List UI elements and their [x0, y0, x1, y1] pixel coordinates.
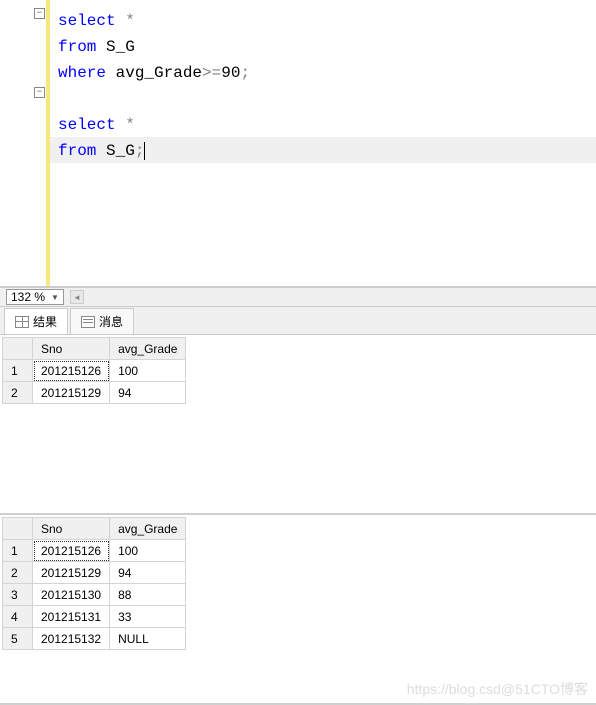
col-header[interactable]: Sno	[33, 518, 110, 540]
chevron-down-icon: ▼	[51, 293, 59, 302]
cell[interactable]: 201215132	[33, 628, 110, 650]
number: 90	[221, 64, 240, 82]
operator: *	[116, 116, 135, 134]
col-header[interactable]: Sno	[33, 338, 110, 360]
tab-label: 消息	[99, 313, 123, 330]
header-row: Sno avg_Grade	[3, 518, 186, 540]
tab-messages[interactable]: 消息	[70, 308, 134, 334]
result-table-2[interactable]: Sno avg_Grade 1 201215126 100 2 20121512…	[2, 517, 186, 650]
fold-toggle-1[interactable]: −	[34, 8, 45, 19]
zoom-bar: 132 % ▼ ◄	[0, 287, 596, 307]
keyword: select	[58, 12, 116, 30]
col-header[interactable]: avg_Grade	[110, 338, 186, 360]
grid-icon	[15, 316, 29, 328]
cell[interactable]: 201215126	[33, 360, 110, 382]
col-header[interactable]: avg_Grade	[110, 518, 186, 540]
code-line	[54, 86, 592, 112]
rownum-header	[3, 518, 33, 540]
header-row: Sno avg_Grade	[3, 338, 186, 360]
identifier: S_G	[96, 38, 134, 56]
zoom-level: 132 %	[11, 290, 45, 304]
row-number: 2	[3, 382, 33, 404]
results-area: Sno avg_Grade 1 201215126 100 2 20121512…	[0, 335, 596, 705]
semicolon: ;	[135, 142, 145, 160]
row-number: 1	[3, 360, 33, 382]
row-number: 2	[3, 562, 33, 584]
keyword: from	[58, 142, 96, 160]
table-row[interactable]: 1 201215126 100	[3, 360, 186, 382]
row-number: 1	[3, 540, 33, 562]
cell[interactable]: 33	[110, 606, 186, 628]
code-line: select *	[54, 8, 592, 34]
cell[interactable]: 201215131	[33, 606, 110, 628]
cell[interactable]: 100	[110, 360, 186, 382]
table-row[interactable]: 5 201215132 NULL	[3, 628, 186, 650]
cell[interactable]: 94	[110, 562, 186, 584]
row-number: 5	[3, 628, 33, 650]
table-row[interactable]: 2 201215129 94	[3, 382, 186, 404]
code-line: where avg_Grade>=90;	[54, 60, 592, 86]
tab-results[interactable]: 结果	[4, 308, 68, 334]
cell[interactable]: 88	[110, 584, 186, 606]
row-number: 3	[3, 584, 33, 606]
fold-toggle-2[interactable]: −	[34, 87, 45, 98]
text-caret	[144, 142, 145, 160]
keyword: where	[58, 64, 106, 82]
fold-gutter: − −	[20, 0, 50, 286]
row-number: 4	[3, 606, 33, 628]
horizontal-scroll-left[interactable]: ◄	[70, 290, 84, 304]
table-row[interactable]: 2 201215129 94	[3, 562, 186, 584]
messages-icon	[81, 316, 95, 328]
code-line: from S_G	[54, 34, 592, 60]
semicolon: ;	[240, 64, 250, 82]
result-grid-2: Sno avg_Grade 1 201215126 100 2 20121512…	[0, 515, 596, 705]
cell[interactable]: 94	[110, 382, 186, 404]
cell[interactable]: 201215129	[33, 382, 110, 404]
keyword: from	[58, 38, 96, 56]
table-row[interactable]: 1 201215126 100	[3, 540, 186, 562]
result-table-1[interactable]: Sno avg_Grade 1 201215126 100 2 20121512…	[2, 337, 186, 404]
cell-null[interactable]: NULL	[110, 628, 186, 650]
operator: >=	[202, 64, 221, 82]
code-line: select *	[54, 112, 592, 138]
cell[interactable]: 201215130	[33, 584, 110, 606]
tab-label: 结果	[33, 313, 57, 330]
table-row[interactable]: 4 201215131 33	[3, 606, 186, 628]
keyword: select	[58, 116, 116, 134]
cell[interactable]: 201215126	[33, 540, 110, 562]
table-row[interactable]: 3 201215130 88	[3, 584, 186, 606]
gutter-margin	[0, 0, 20, 286]
zoom-dropdown[interactable]: 132 % ▼	[6, 289, 64, 305]
results-tab-bar: 结果 消息	[0, 307, 596, 335]
operator: *	[116, 12, 135, 30]
watermark: https://blog.csd@51CTO博客	[407, 679, 588, 699]
result-grid-1: Sno avg_Grade 1 201215126 100 2 20121512…	[0, 335, 596, 515]
identifier: avg_Grade	[106, 64, 202, 82]
cell[interactable]: 201215129	[33, 562, 110, 584]
cell[interactable]: 100	[110, 540, 186, 562]
code-line: from S_G;	[54, 138, 592, 164]
code-area[interactable]: select * from S_G where avg_Grade>=90; s…	[50, 0, 596, 286]
identifier: S_G	[96, 142, 134, 160]
rownum-header	[3, 338, 33, 360]
sql-editor-pane: − − select * from S_G where avg_Grade>=9…	[0, 0, 596, 287]
